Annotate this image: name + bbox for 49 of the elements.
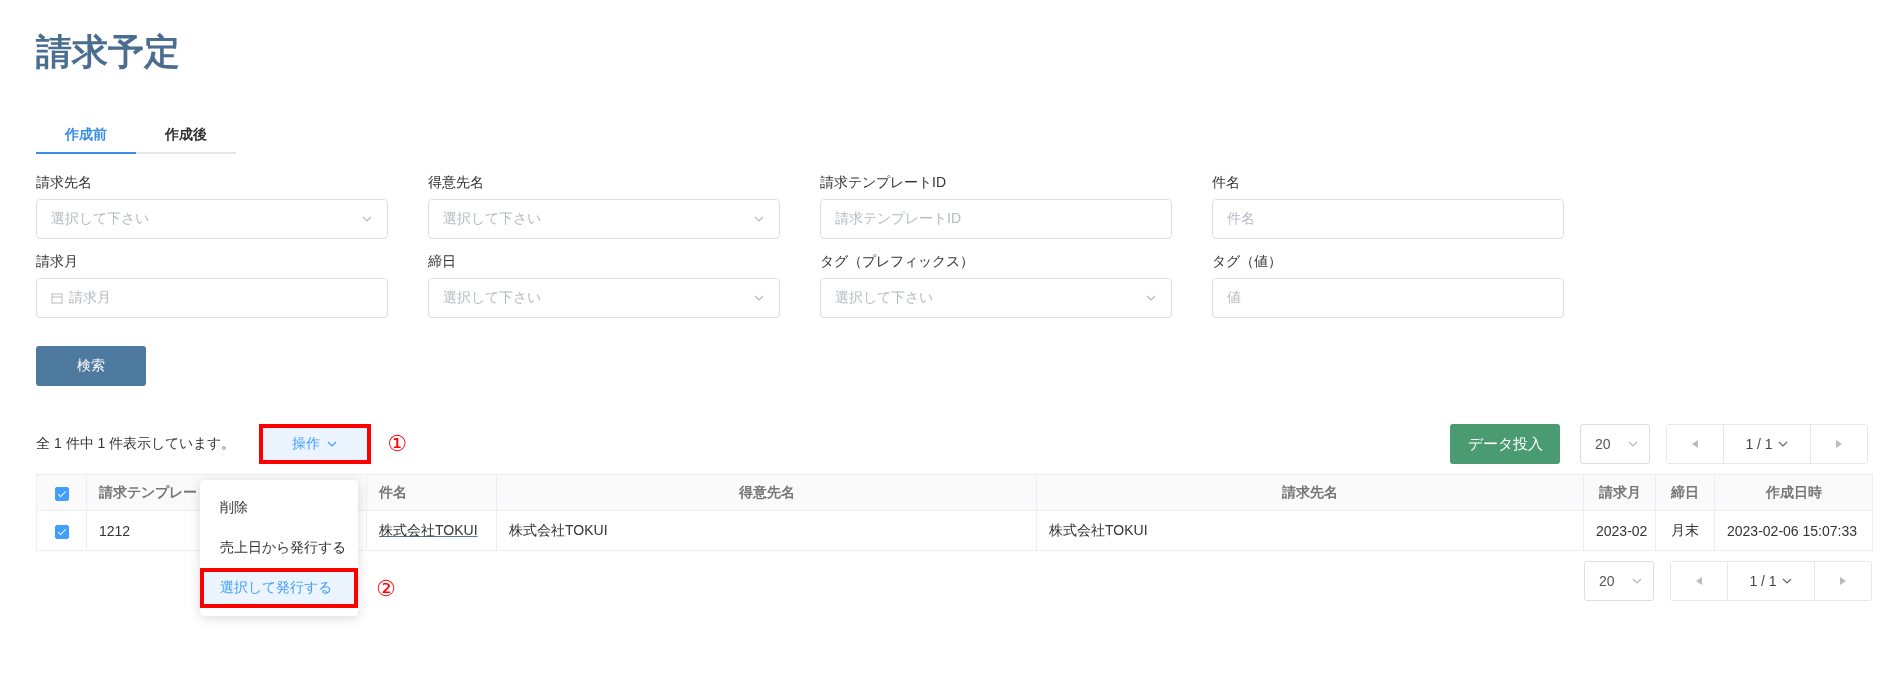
field-label: 得意先名 <box>428 174 485 192</box>
column-header: 得意先名 <box>496 474 1037 511</box>
column-header: 請求先名 <box>1036 474 1584 511</box>
table-cell: 2023-02-06 15:07:33 <box>1727 522 1857 539</box>
tab[interactable]: 作成前 <box>36 120 136 154</box>
select-field[interactable]: 選択して下さい <box>36 199 388 239</box>
field-label: タグ（プレフィックス） <box>820 253 975 271</box>
menu-item[interactable]: 選択して発行する <box>200 568 358 608</box>
select-all-checkbox[interactable] <box>54 486 69 501</box>
caret-right-icon <box>1836 440 1842 448</box>
menu-item[interactable]: 削除 <box>200 488 358 528</box>
table-cell: 株式会社TOKUI <box>1049 521 1148 538</box>
field-label: 請求先名 <box>36 174 93 192</box>
page-size-select[interactable]: 20 <box>1580 424 1650 464</box>
column-header: 締日 <box>1655 474 1715 511</box>
row-checkbox[interactable] <box>54 524 69 539</box>
field-label: 件名 <box>1212 174 1241 192</box>
select-field[interactable]: 選択して下さい <box>428 199 780 239</box>
table-cell: 月末 <box>1671 521 1699 538</box>
column-header: 請求月 <box>1583 474 1656 511</box>
field-label: タグ（値） <box>1212 253 1283 271</box>
page-size-select[interactable]: 20 <box>1584 561 1654 601</box>
column-header: 作成日時 <box>1714 474 1873 511</box>
calendar-icon <box>51 292 63 304</box>
field-label: 請求テンプレートID <box>820 174 947 192</box>
input-field[interactable]: 件名 <box>1212 199 1564 239</box>
result-summary: 全 1 件中 1 件表示しています。 <box>36 435 236 453</box>
import-button[interactable]: データ投入 <box>1450 424 1560 464</box>
caret-left-icon <box>1696 577 1702 585</box>
annotation-number: ① <box>387 431 407 457</box>
caret-left-icon <box>1692 440 1698 448</box>
page-title: 請求予定 <box>36 30 181 74</box>
input-field[interactable]: 値 <box>1212 278 1564 318</box>
select-field[interactable]: 選択して下さい <box>428 278 780 318</box>
table-cell: 株式会社TOKUI <box>509 521 608 538</box>
field-label: 締日 <box>428 253 457 271</box>
field-label: 請求月 <box>36 253 79 271</box>
tab[interactable]: 作成後 <box>136 120 236 154</box>
caret-right-icon <box>1840 577 1846 585</box>
table-cell: 1212 <box>99 522 131 539</box>
annotation-number: ② <box>376 576 396 602</box>
input-field[interactable]: 請求テンプレートID <box>820 199 1172 239</box>
search-button[interactable]: 検索 <box>36 346 146 386</box>
table-cell: 2023-02 <box>1596 522 1648 539</box>
menu-item[interactable]: 売上日から発行する <box>200 528 358 568</box>
date-field[interactable]: 請求月 <box>36 278 388 318</box>
select-field[interactable]: 選択して下さい <box>820 278 1172 318</box>
column-header: 件名 <box>366 474 497 511</box>
actions-button[interactable]: 操作 <box>259 424 372 464</box>
